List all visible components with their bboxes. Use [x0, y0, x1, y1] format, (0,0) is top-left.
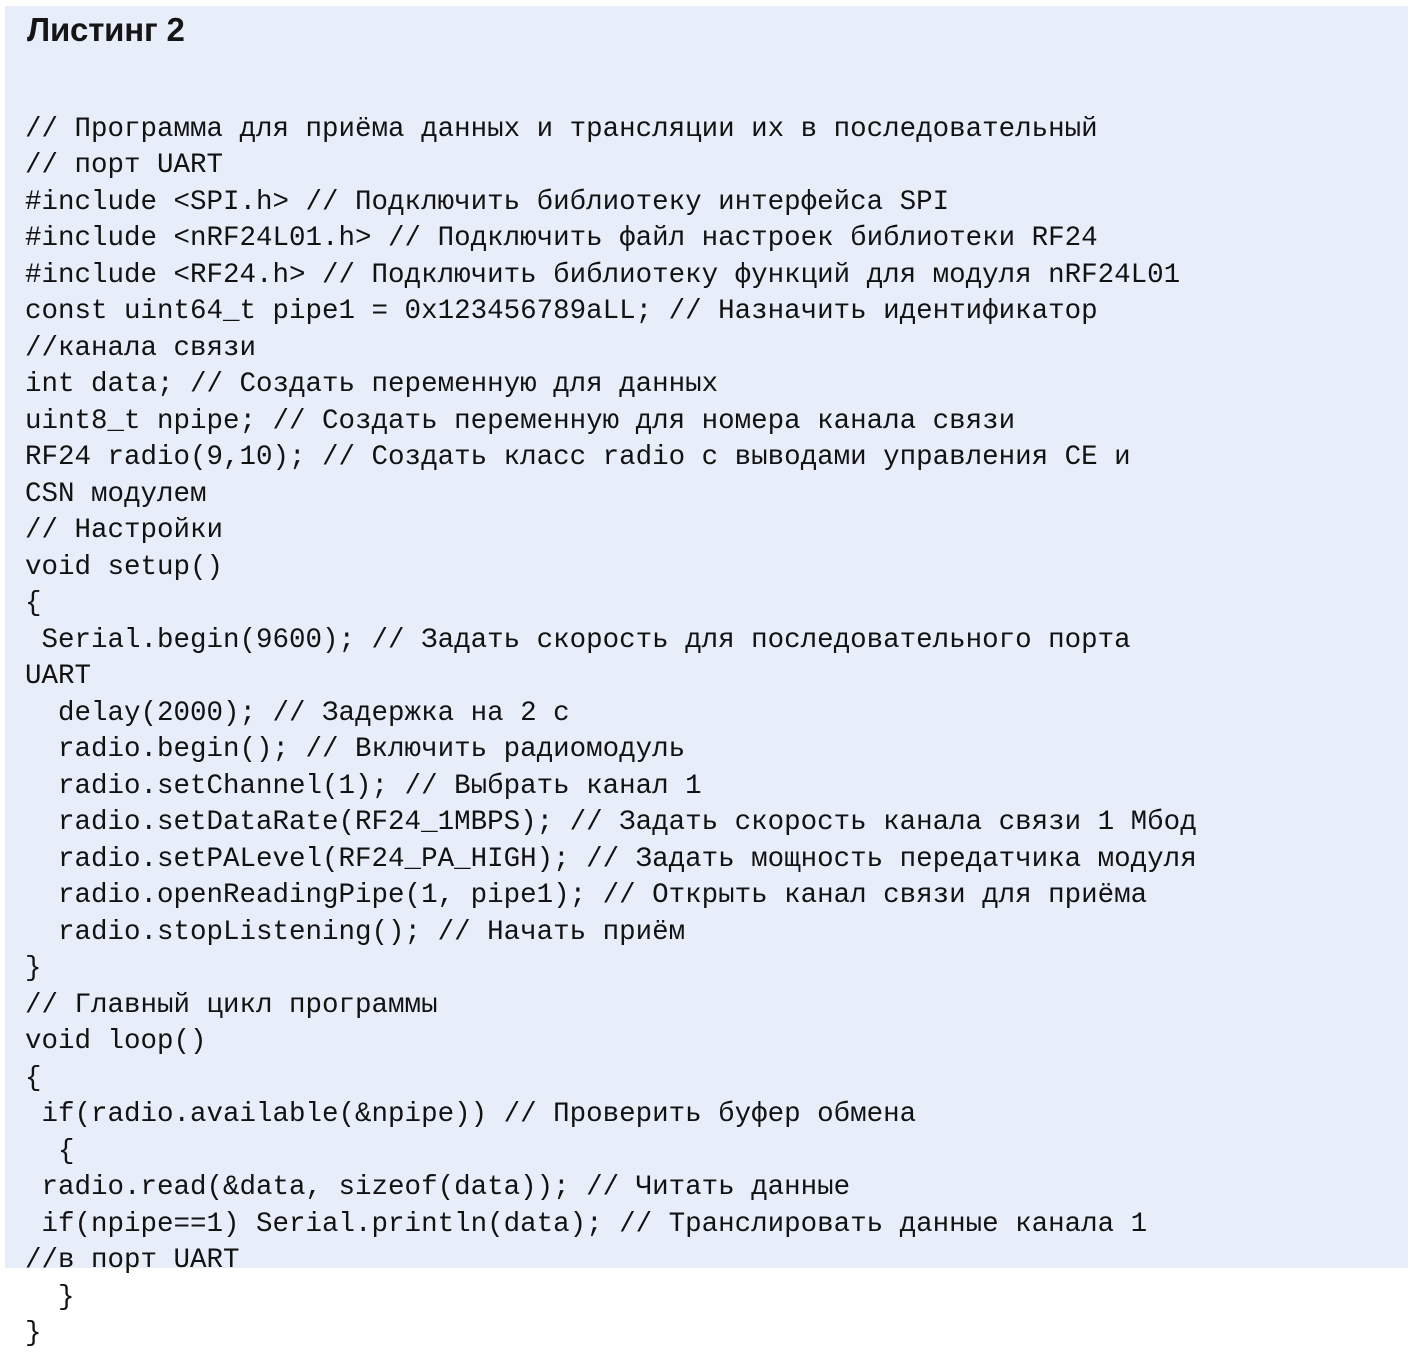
code-line: radio.stopListening(); // Начать приём [25, 916, 686, 948]
code-line: #include <nRF24L01.h> // Подключить файл… [25, 223, 1098, 254]
code-line: // Настройки [25, 515, 224, 546]
code-line: radio.openReadingPipe(1, pipe1); // Откр… [25, 880, 1148, 911]
code-line: UART [25, 661, 92, 692]
code-line: delay(2000); // Задержка на 2 с [25, 697, 570, 729]
code-line: radio.begin(); // Включить радиомодуль [25, 734, 686, 765]
code-line: if(npipe==1) Serial.println(data); // Тр… [25, 1208, 1148, 1240]
code-listing-panel: Листинг 2 // Программа для приёма данных… [5, 6, 1408, 1349]
code-line: void setup() [25, 551, 224, 583]
code-line: void loop() [25, 1026, 207, 1057]
code-line: CSN модулем [25, 478, 207, 510]
code-line: RF24 radio(9,10); // Создать класс radio… [25, 442, 1131, 473]
code-line: if(radio.available(&npipe)) // Проверить… [25, 1099, 917, 1130]
code-line: radio.setChannel(1); // Выбрать канал 1 [25, 770, 702, 802]
code-line: { [25, 588, 42, 619]
code-line: radio.setDataRate(RF24_1MBPS); // Задать… [25, 807, 1197, 838]
listing-title: Листинг 2 [27, 11, 185, 48]
code-line: //канала связи [25, 332, 257, 364]
code-line: } [25, 953, 42, 984]
code-line: Serial.begin(9600); // Задать скорость д… [25, 624, 1131, 656]
code-line: //в порт UART [25, 1245, 240, 1276]
code-line: { [25, 1062, 42, 1094]
code-line: int data; // Создать переменную для данн… [25, 369, 719, 400]
code-line: } [25, 1318, 42, 1349]
code-line: // Главный цикл программы [25, 989, 438, 1021]
code-line: #include <RF24.h> // Подключить библиоте… [25, 259, 1181, 291]
code-line: { [25, 1135, 75, 1167]
code-line: #include <SPI.h> // Подключить библиотек… [25, 186, 950, 218]
code-line: radio.setPALevel(RF24_PA_HIGH); // Задат… [25, 843, 1197, 875]
code-line: } [25, 1281, 75, 1313]
code-line: // Программа для приёма данных и трансля… [25, 113, 1098, 145]
code-line: radio.read(&data, sizeof(data)); // Чита… [25, 1172, 851, 1203]
code-block: // Программа для приёма данных и трансля… [25, 112, 1405, 1353]
code-line: // порт UART [25, 150, 224, 181]
code-line: uint8_t npipe; // Создать переменную для… [25, 405, 1016, 437]
code-line: const uint64_t pipe1 = 0x123456789aLL; /… [25, 296, 1098, 327]
